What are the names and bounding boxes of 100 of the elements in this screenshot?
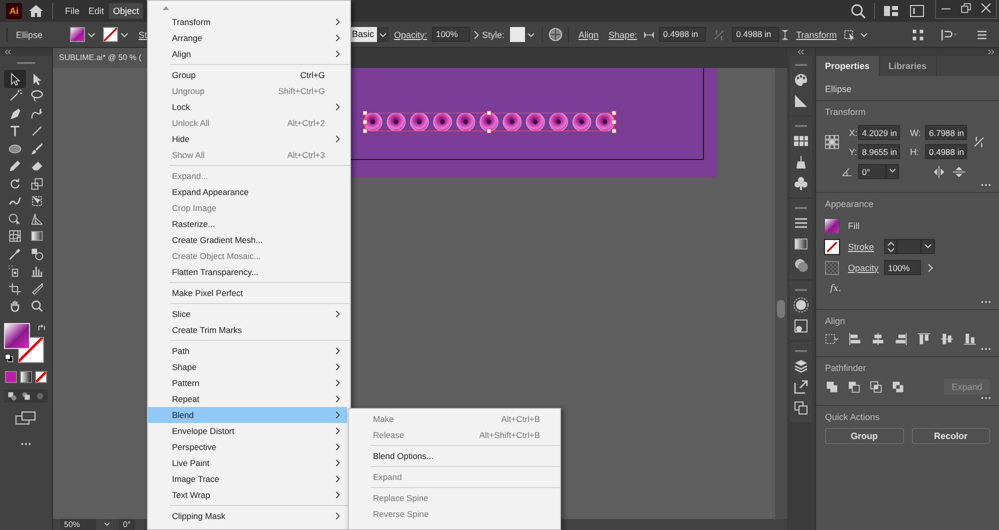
align-top-icon[interactable]: [917, 332, 931, 346]
gradient-mode-button[interactable]: [20, 371, 32, 383]
color-guide-icon[interactable]: [793, 93, 809, 109]
fill-swatch[interactable]: [70, 27, 85, 42]
stepper-icon[interactable]: [885, 240, 897, 252]
none-mode-button[interactable]: [35, 371, 47, 383]
menu-item[interactable]: Arrange: [148, 30, 347, 46]
menu-item[interactable]: Perspective: [148, 439, 347, 455]
layers-icon[interactable]: [793, 358, 809, 374]
intersect-icon[interactable]: [869, 380, 883, 394]
stroke-link[interactable]: St: [138, 30, 148, 40]
menu-item[interactable]: Rasterize...: [148, 216, 347, 232]
menu-item[interactable]: Expand Appearance: [148, 184, 347, 200]
stroke-lines-icon[interactable]: [793, 215, 809, 231]
quick-action-button[interactable]: Recolor: [912, 428, 990, 444]
menu-item[interactable]: Envelope Distort: [148, 423, 347, 439]
align-horizontal-center-icon[interactable]: [871, 332, 885, 346]
menu-item[interactable]: Object: [109, 3, 144, 19]
recolor-globe-icon[interactable]: [548, 27, 563, 42]
collapse-icon[interactable]: [4, 49, 12, 55]
screen-mode-icon[interactable]: [15, 411, 37, 425]
export-icon[interactable]: [793, 379, 809, 395]
height-field[interactable]: 0.4988 in: [732, 27, 780, 42]
style-swatch[interactable]: [510, 27, 525, 42]
menu-item[interactable]: Live Paint: [148, 455, 347, 471]
rotate-angle-field[interactable]: 0°: [858, 164, 886, 179]
draw-behind-icon[interactable]: [21, 391, 31, 401]
effects-button[interactable]: fx.: [830, 284, 842, 294]
align-bottom-icon[interactable]: [963, 332, 977, 346]
menu-item[interactable]: Shape: [148, 359, 347, 375]
y-field[interactable]: 8.9655 in: [858, 144, 900, 159]
menu-item[interactable]: Clipping Mask: [148, 508, 347, 524]
scrollbar-thumb[interactable]: [777, 300, 785, 318]
more-icon[interactable]: [980, 346, 992, 352]
artboards-icon[interactable]: [793, 400, 809, 416]
quick-action-button[interactable]: Group: [825, 428, 904, 444]
opacity-link[interactable]: Opacity: [848, 262, 884, 272]
align-left-icon[interactable]: [848, 332, 862, 346]
menu-item[interactable]: Create Gradient Mesh...: [148, 232, 347, 248]
gradient-panel-icon[interactable]: [793, 236, 809, 252]
graphic-styles-icon[interactable]: [793, 318, 809, 334]
default-colors-icon[interactable]: [4, 353, 14, 363]
menu-item[interactable]: Path: [148, 343, 347, 359]
club-icon[interactable]: [793, 175, 809, 191]
panel-layout-icon[interactable]: [909, 3, 925, 19]
h-field[interactable]: 0.4988 in: [925, 144, 967, 159]
align-vertical-center-icon[interactable]: [940, 332, 954, 346]
fill-swatch[interactable]: [825, 218, 839, 232]
rotation-field[interactable]: 0°: [119, 519, 135, 530]
more-icon[interactable]: [980, 395, 992, 401]
menu-item[interactable]: File: [61, 3, 84, 19]
menu-item[interactable]: Group Ctrl+G: [148, 67, 347, 83]
opacity-field[interactable]: 100%: [884, 260, 921, 275]
swap-arrow-icon[interactable]: [37, 323, 47, 333]
more-icon[interactable]: [980, 299, 992, 305]
fill-stroke-swatch-drawing[interactable]: [4, 323, 48, 365]
menu-item[interactable]: Blend Options...: [349, 448, 560, 464]
menu-item[interactable]: Flatten Transparency...: [148, 264, 347, 280]
unite-icon[interactable]: [825, 380, 839, 394]
menu-item[interactable]: Text Wrap: [148, 487, 347, 503]
appearance-sun-icon[interactable]: [793, 297, 809, 313]
color-palette-icon[interactable]: [793, 72, 809, 88]
workspace-layout-icon[interactable]: [883, 3, 899, 19]
width-field[interactable]: 0.4988 in: [659, 27, 706, 42]
menu-item[interactable]: Transform: [148, 14, 347, 30]
more-icon[interactable]: [19, 441, 33, 447]
zoom-field[interactable]: 50%: [60, 519, 96, 530]
search-icon[interactable]: [850, 3, 866, 19]
menu-item[interactable]: Create Trim Marks: [148, 322, 347, 338]
menu-item[interactable]: Slice: [148, 306, 347, 322]
distribute-dropdown-icon[interactable]: [825, 332, 839, 346]
w-field[interactable]: 6.7988 in: [925, 125, 967, 140]
shape-link[interactable]: Shape:: [608, 30, 638, 40]
flip-horizontal-icon[interactable]: [932, 164, 946, 178]
color-mode-button[interactable]: [5, 371, 17, 383]
close-icon[interactable]: [979, 1, 993, 15]
transparency-icon[interactable]: [793, 257, 809, 273]
menu-item[interactable]: Lock: [148, 99, 347, 115]
minus-front-icon[interactable]: [847, 380, 861, 394]
menu-item[interactable]: Pattern: [148, 375, 347, 391]
flip-vertical-icon[interactable]: [952, 164, 966, 178]
panel-tab[interactable]: Properties: [816, 56, 880, 76]
isolate-icon[interactable]: [911, 28, 925, 42]
panel-tab[interactable]: Libraries: [880, 56, 937, 76]
menu-item[interactable]: Blend: [148, 407, 347, 423]
swatches-icon[interactable]: [793, 133, 809, 149]
stroke-weight-field[interactable]: [897, 239, 921, 254]
align-link[interactable]: Align: [578, 30, 599, 40]
stroke-swatch[interactable]: [102, 27, 118, 42]
collapse-icon[interactable]: [797, 49, 805, 55]
expand-icon[interactable]: [987, 49, 995, 55]
align-right-icon[interactable]: [894, 332, 908, 346]
transform-link[interactable]: Transform: [796, 30, 837, 40]
x-field[interactable]: 4.2029 in: [858, 125, 900, 140]
exclude-icon[interactable]: [891, 380, 905, 394]
menu-item[interactable]: Repeat: [148, 391, 347, 407]
document-tab[interactable]: SUBLIME.ai* @ 50 % (: [53, 48, 147, 68]
restore-icon[interactable]: [959, 1, 973, 15]
menu-item[interactable]: Edit: [84, 3, 108, 19]
menu-item[interactable]: Align: [148, 46, 347, 62]
